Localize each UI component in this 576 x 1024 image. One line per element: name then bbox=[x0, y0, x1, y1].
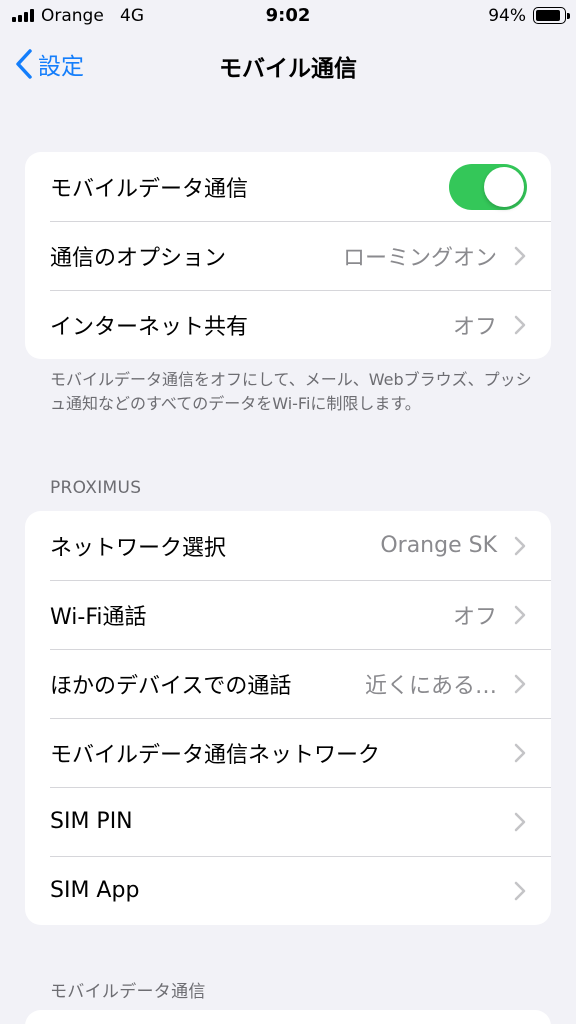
toggle-knob bbox=[484, 167, 524, 207]
settings-group-mobile-data-partial bbox=[25, 1010, 551, 1024]
chevron-right-icon bbox=[514, 315, 526, 335]
chevron-right-icon bbox=[514, 812, 526, 832]
battery-fill bbox=[536, 10, 561, 21]
row-label: SIM App bbox=[50, 878, 140, 903]
row-personal-hotspot[interactable]: インターネット共有 オフ bbox=[25, 290, 551, 359]
page-title: モバイル通信 bbox=[219, 56, 357, 82]
mobile-data-toggle[interactable] bbox=[449, 164, 527, 210]
section-header-proximus: PROXIMUS bbox=[50, 478, 142, 498]
chevron-right-icon bbox=[514, 536, 526, 556]
battery-percent: 94% bbox=[488, 6, 526, 26]
row-label: Wi-Fi通話 bbox=[50, 604, 147, 630]
chevron-right-icon bbox=[514, 881, 526, 901]
battery-tip bbox=[567, 13, 570, 19]
row-value: オフ bbox=[452, 604, 497, 630]
navigation-bar: 設定 モバイル通信 bbox=[0, 34, 576, 94]
row-label: モバイルデータ通信ネットワーク bbox=[50, 742, 381, 768]
row-label: 通信のオプション bbox=[50, 245, 227, 271]
row-value: ローミングオン bbox=[342, 245, 497, 271]
row-calls-other-devices[interactable]: ほかのデバイスでの通話 近くにある… bbox=[25, 649, 551, 718]
section-header-mobile-data: モバイルデータ通信 bbox=[50, 982, 206, 1002]
row-label: SIM PIN bbox=[50, 809, 133, 834]
row-sim-app[interactable]: SIM App bbox=[25, 856, 551, 925]
status-bar: Orange 4G 9:02 94% bbox=[0, 0, 576, 34]
row-value: オフ bbox=[452, 314, 497, 340]
chevron-right-icon bbox=[514, 674, 526, 694]
settings-group-data: モバイルデータ通信 通信のオプション ローミングオン インターネット共有 オフ bbox=[25, 152, 551, 359]
row-label: インターネット共有 bbox=[50, 314, 249, 340]
row-cellular-data-network[interactable]: モバイルデータ通信ネットワーク bbox=[25, 718, 551, 787]
battery-icon bbox=[533, 7, 570, 24]
row-data-options[interactable]: 通信のオプション ローミングオン bbox=[25, 221, 551, 290]
row-network-selection[interactable]: ネットワーク選択 Orange SK bbox=[25, 511, 551, 580]
row-label: ネットワーク選択 bbox=[50, 535, 227, 561]
chevron-right-icon bbox=[514, 246, 526, 266]
row-value: 近くにある… bbox=[364, 673, 497, 699]
row-wifi-calling[interactable]: Wi-Fi通話 オフ bbox=[25, 580, 551, 649]
settings-group-proximus: ネットワーク選択 Orange SK Wi-Fi通話 オフ ほかのデバイスでの通… bbox=[25, 511, 551, 925]
chevron-right-icon bbox=[514, 743, 526, 763]
row-value: Orange SK bbox=[380, 533, 497, 558]
row-mobile-data[interactable]: モバイルデータ通信 bbox=[25, 152, 551, 221]
row-label: モバイルデータ通信 bbox=[50, 176, 249, 202]
row-sim-pin[interactable]: SIM PIN bbox=[25, 787, 551, 856]
chevron-right-icon bbox=[514, 605, 526, 625]
row-label: ほかのデバイスでの通話 bbox=[50, 673, 292, 699]
footer-note: モバイルデータ通信をオフにして、メール、Webブラウズ、プッシュ通知などのすべて… bbox=[50, 370, 532, 413]
